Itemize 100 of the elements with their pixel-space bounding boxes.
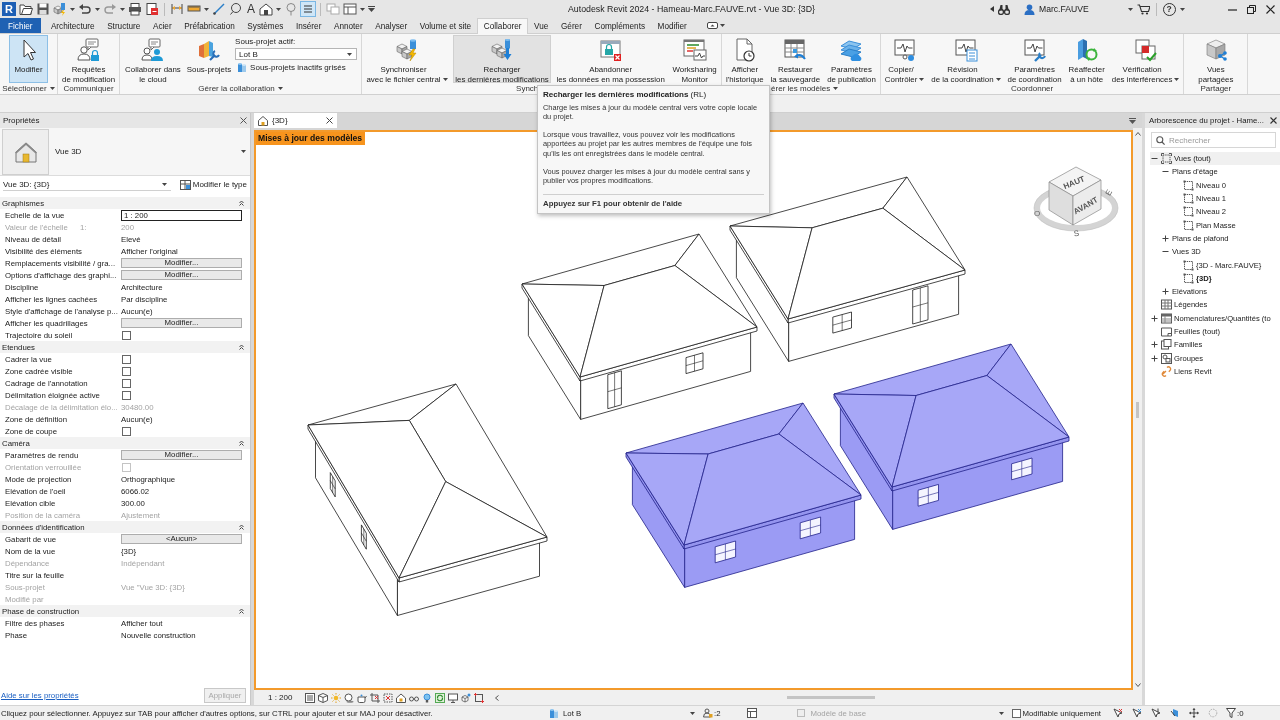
cube-icon[interactable]	[318, 692, 329, 703]
select-pinned-icon[interactable]	[1150, 708, 1161, 718]
frame-icon[interactable]	[474, 692, 485, 703]
property-checkbox[interactable]	[122, 366, 131, 376]
collapse-icon[interactable]	[239, 524, 244, 530]
undo-icon[interactable]	[78, 2, 92, 16]
expand-icon[interactable]	[1162, 288, 1169, 296]
search-field[interactable]: Rechercher	[1151, 132, 1276, 148]
editors-icon[interactable]	[703, 708, 713, 718]
caret-icon[interactable]	[1179, 7, 1185, 11]
ribbon-tab[interactable]: Architecture	[44, 18, 101, 33]
caret-icon[interactable]	[277, 86, 283, 90]
ribbon-tab[interactable]: Vue	[527, 18, 555, 33]
customize-icon[interactable]	[368, 6, 375, 12]
expand-icon[interactable]	[1151, 354, 1158, 362]
ribbon-tab[interactable]: Compléments	[588, 18, 652, 33]
window-layout-icon[interactable]	[343, 2, 357, 16]
close-icon[interactable]	[240, 117, 247, 124]
ribbon-tab[interactable]: Structure	[100, 18, 147, 33]
expand-icon[interactable]	[1151, 314, 1158, 322]
app-logo[interactable]: R	[2, 2, 16, 16]
caret-icon[interactable]	[49, 86, 55, 90]
close-icon[interactable]	[1266, 4, 1275, 14]
ribbon-tab[interactable]: Modifier	[651, 18, 694, 33]
caret-icon[interactable]	[720, 24, 726, 27]
property-checkbox[interactable]	[122, 378, 131, 388]
collapse-icon[interactable]	[239, 440, 244, 446]
binoculars-icon[interactable]	[998, 3, 1010, 15]
scroll-up-icon[interactable]	[1134, 132, 1141, 136]
ribbon-tab[interactable]: Préfabrication	[177, 18, 242, 33]
ribbon-tab[interactable]: Insérer	[289, 18, 328, 33]
file-tab[interactable]: Fichier	[0, 18, 41, 33]
collapse-icon[interactable]	[239, 200, 244, 206]
magnifier-icon[interactable]	[229, 2, 243, 16]
scroll-down-icon[interactable]	[1134, 683, 1141, 687]
restore-icon[interactable]	[1247, 4, 1256, 14]
line-icon[interactable]	[212, 2, 226, 16]
ribbon-tab[interactable]: Volume et site	[413, 18, 478, 33]
select-face-icon[interactable]	[1169, 708, 1180, 718]
workset-dropdown[interactable]: Lot B	[235, 48, 358, 60]
close-icon[interactable]	[326, 117, 333, 124]
scale-button[interactable]: 1 : 200	[268, 693, 293, 702]
house-door-icon[interactable]	[396, 692, 407, 703]
collapse-icon[interactable]	[239, 608, 244, 614]
sphere-icon[interactable]	[344, 692, 355, 703]
expand-icon[interactable]	[1162, 234, 1169, 242]
vertical-scrollbar[interactable]	[1133, 128, 1142, 705]
crop-region-icon[interactable]	[383, 692, 394, 703]
filter-icon[interactable]	[1225, 708, 1236, 718]
ribbon-tab[interactable]: Annoter	[327, 18, 369, 33]
select-links-icon[interactable]	[1112, 708, 1123, 718]
crop-icon[interactable]	[370, 692, 381, 703]
caret-icon[interactable]	[95, 7, 100, 11]
user-icon[interactable]	[1024, 3, 1035, 15]
lines-icon[interactable]	[305, 692, 316, 703]
left-arrow-icon[interactable]	[990, 6, 994, 12]
open-folder-icon[interactable]	[19, 2, 33, 16]
ribbon-tab[interactable]: Acier	[146, 18, 178, 33]
text-tool-button[interactable]: A	[246, 2, 256, 16]
instance-dropdown[interactable]: Vue 3D: {3D}	[3, 178, 171, 191]
property-checkbox[interactable]	[122, 330, 131, 340]
edit-type-button[interactable]: Modifier le type	[179, 179, 247, 190]
caret-icon[interactable]	[1127, 7, 1133, 11]
panel-toggle-icon[interactable]	[707, 22, 719, 29]
ribbon-tab[interactable]: Systèmes	[241, 18, 290, 33]
view-tab[interactable]: {3D}	[254, 113, 337, 128]
cart-icon[interactable]	[1136, 3, 1150, 15]
save-icon[interactable]	[36, 2, 50, 16]
ribbon-tab[interactable]: Gérer	[554, 18, 589, 33]
pot-icon[interactable]	[357, 692, 368, 703]
close-icon[interactable]	[1270, 117, 1277, 124]
caret-icon[interactable]	[833, 86, 839, 90]
scroll-left-icon[interactable]	[495, 694, 500, 701]
property-checkbox[interactable]	[122, 354, 131, 364]
drag-icon[interactable]	[1188, 708, 1199, 718]
property-checkbox[interactable]	[122, 390, 131, 400]
document-icon[interactable]	[145, 2, 159, 16]
thin-lines-icon[interactable]	[301, 2, 315, 16]
caret-icon[interactable]	[70, 7, 75, 11]
bulb-icon[interactable]	[422, 692, 433, 703]
print-icon[interactable]	[128, 2, 142, 16]
user-name[interactable]: Marc.FAUVE	[1039, 4, 1089, 14]
editable-only-checkbox[interactable]	[1011, 708, 1021, 718]
property-checkbox[interactable]	[122, 426, 131, 436]
display-icon[interactable]	[448, 692, 459, 703]
refresh-icon[interactable]	[435, 692, 446, 703]
house-icon[interactable]	[259, 2, 273, 16]
tab-list-icon[interactable]	[1129, 117, 1136, 124]
caret-icon[interactable]	[241, 150, 246, 153]
ribbon-tab[interactable]: Collaborer	[477, 18, 528, 34]
collapse-icon[interactable]	[239, 344, 244, 350]
ribbon-tab[interactable]: Analyser	[368, 18, 414, 33]
caret-icon[interactable]	[360, 7, 365, 11]
design-options-icon[interactable]	[746, 708, 757, 718]
caret-icon[interactable]	[276, 7, 281, 11]
expand-icon[interactable]	[1151, 341, 1158, 349]
caret-icon[interactable]	[120, 7, 125, 11]
type-selector[interactable]: Vue 3D	[0, 128, 250, 176]
caret-icon[interactable]	[204, 7, 209, 11]
select-underlay-icon[interactable]	[1131, 708, 1142, 718]
